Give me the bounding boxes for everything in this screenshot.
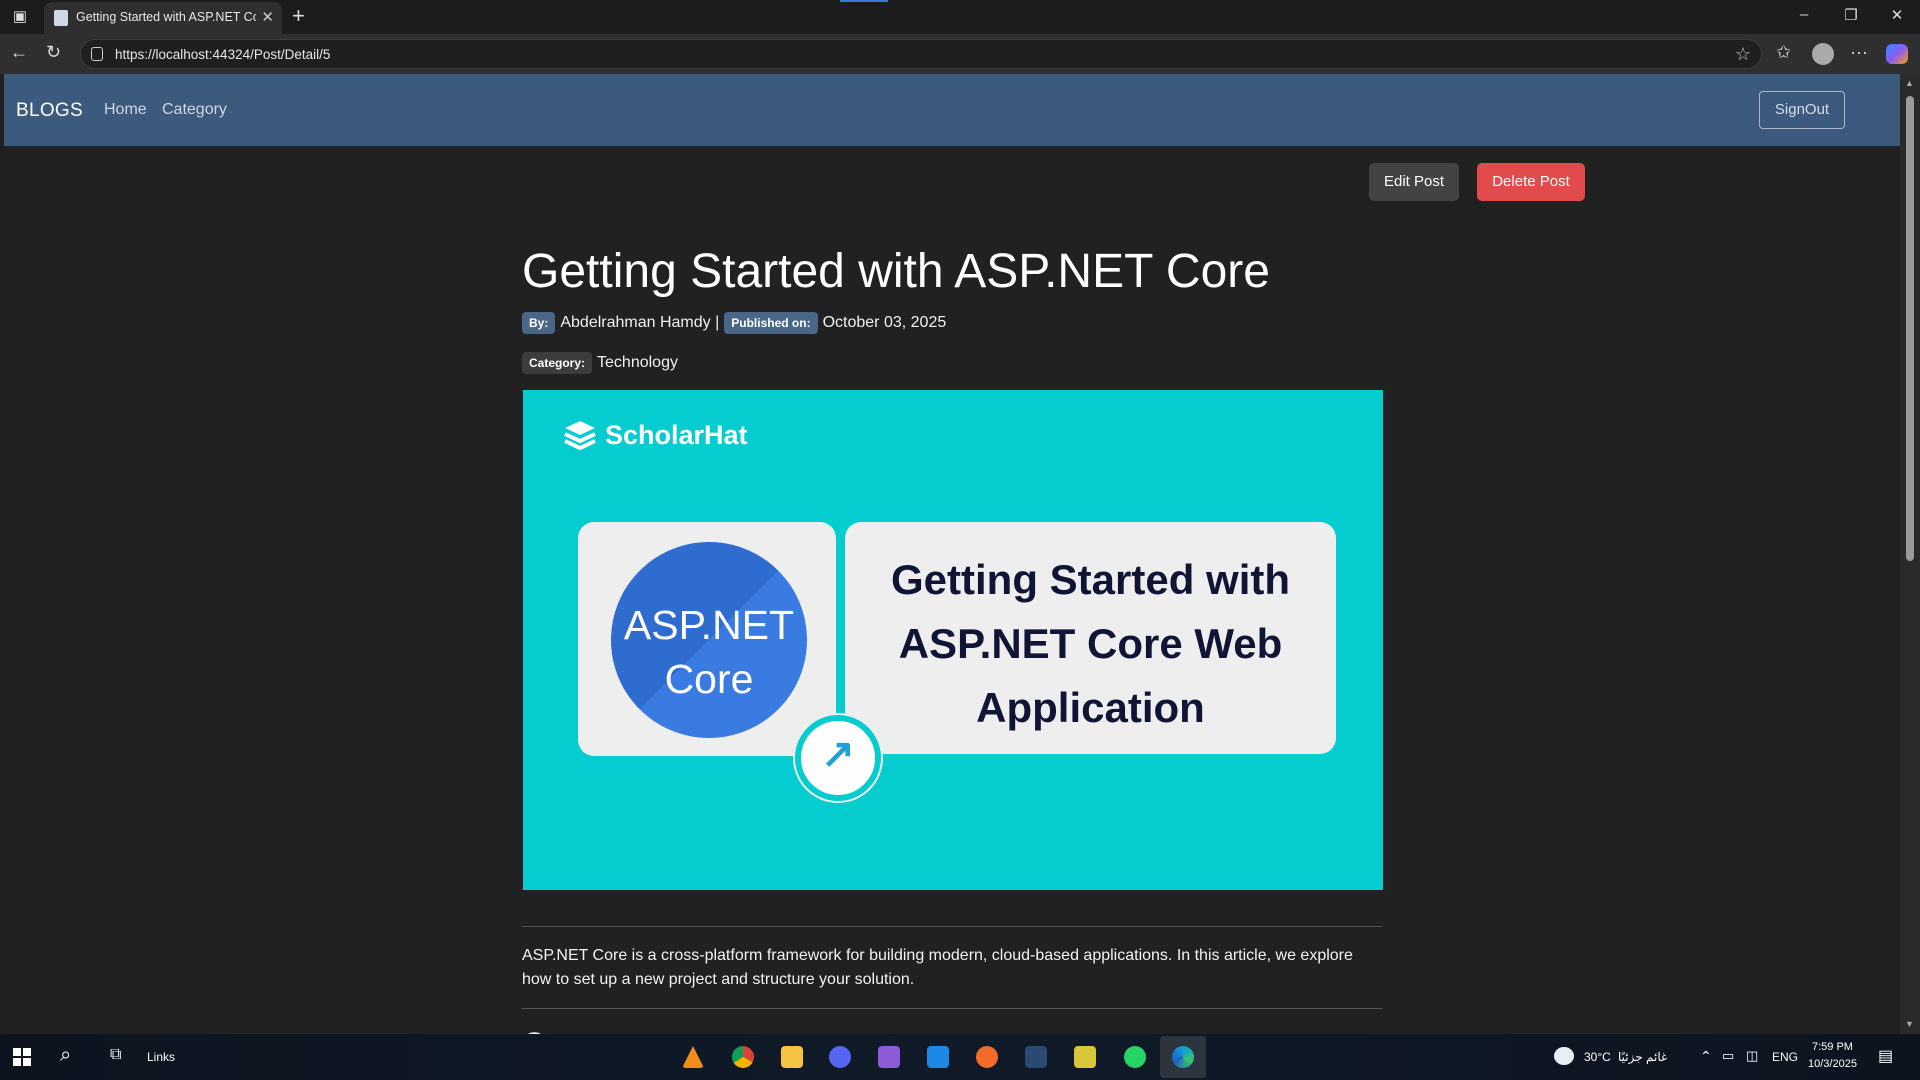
profile-avatar-icon[interactable] (1812, 43, 1834, 65)
page-scrollbar[interactable]: ▲ ▼ (1900, 74, 1920, 1034)
visual-studio-icon[interactable] (878, 1046, 900, 1068)
file-explorer-icon[interactable] (781, 1046, 803, 1068)
back-icon[interactable]: ← (10, 42, 28, 63)
favorites-icon[interactable]: ✩ (1776, 42, 1791, 63)
restore-icon[interactable]: ❐ (1836, 6, 1866, 24)
browser-titlebar: ▣ Getting Started with ASP.NET Cor ✕ + –… (0, 0, 1920, 34)
weather-icon[interactable] (1554, 1047, 1574, 1065)
post-cover-image: ScholarHat ASP.NET Core Getting Started … (523, 390, 1383, 890)
arrow-up-right-icon: ↗ (821, 732, 855, 776)
close-window-icon[interactable]: ✕ (1882, 6, 1912, 24)
circle-text-line1: ASP.NET (623, 602, 795, 648)
site-brand[interactable]: BLOGS (16, 100, 83, 122)
circle-text-line2: Core (664, 656, 754, 702)
browser-toolbar: ← ↻ https://localhost:44324/Post/Detail/… (0, 34, 1920, 74)
refresh-icon[interactable]: ↻ (46, 42, 61, 63)
windows-start-icon[interactable] (13, 1048, 31, 1066)
publish-date: October 03, 2025 (822, 314, 947, 331)
delete-post-button[interactable]: Delete Post (1477, 163, 1585, 201)
author-name: Abdelrahman Hamdy | (560, 314, 720, 331)
links-toolbar[interactable]: Links (147, 1050, 175, 1064)
clock-time[interactable]: 7:59 PM (1812, 1041, 1853, 1053)
clock-date[interactable]: 10/3/2025 (1808, 1058, 1857, 1070)
edit-post-button[interactable]: Edit Post (1369, 163, 1459, 201)
snipping-tool-icon[interactable] (1074, 1046, 1096, 1068)
vlc-icon[interactable] (682, 1046, 704, 1068)
post-meta: By: Abdelrahman Hamdy | Published on: Oc… (522, 312, 951, 334)
favorite-star-icon[interactable]: ☆ (1735, 44, 1751, 65)
cover-heading-line3: Application (976, 684, 1205, 731)
sql-server-icon[interactable] (1025, 1046, 1047, 1068)
cover-heading-line2: ASP.NET Core Web (898, 620, 1283, 667)
new-tab-icon[interactable]: + (292, 3, 305, 29)
nav-link-category[interactable]: Category (162, 101, 227, 119)
scholarhat-logo-icon (564, 421, 596, 451)
scroll-up-icon[interactable]: ▲ (1905, 78, 1914, 88)
arrow-badge: ↗ (795, 715, 881, 801)
url-text[interactable]: https://localhost:44324/Post/Detail/5 (115, 47, 330, 62)
page-viewport: BLOGS Home Category SignOut Edit Post De… (4, 74, 1900, 1034)
published-badge: Published on: (724, 312, 818, 334)
whatsapp-icon[interactable] (1124, 1046, 1146, 1068)
chevron-up-icon[interactable]: ⌃ (1700, 1048, 1712, 1065)
nav-link-home[interactable]: Home (104, 101, 147, 119)
aspnet-core-circle: ASP.NET Core (611, 542, 807, 738)
edge-icon[interactable] (1172, 1046, 1194, 1068)
divider (522, 1008, 1382, 1009)
language-indicator[interactable]: ENG (1772, 1050, 1798, 1064)
circle-text: ASP.NET Core (611, 598, 807, 706)
cover-card-left: ASP.NET Core (578, 522, 836, 756)
scholarhat-logo: ScholarHat (563, 418, 748, 452)
discord-icon[interactable] (829, 1046, 851, 1068)
browser-tab[interactable]: Getting Started with ASP.NET Cor ✕ (44, 2, 282, 34)
post-body: ASP.NET Core is a cross-platform framewo… (522, 947, 1353, 988)
postman-icon[interactable] (976, 1046, 998, 1068)
by-badge: By: (522, 312, 556, 334)
category-name: Technology (597, 354, 678, 371)
drag-indicator (840, 0, 888, 2)
category-badge: Category: (522, 352, 593, 374)
signout-button[interactable]: SignOut (1759, 91, 1845, 129)
notifications-icon[interactable]: ▤ (1878, 1046, 1893, 1066)
site-navbar: BLOGS Home Category SignOut (4, 74, 1900, 146)
address-bar[interactable]: https://localhost:44324/Post/Detail/5 ☆ (80, 39, 1762, 69)
windows-taskbar: ⌕ ⧉ Links 30°C غائم جزئيًا ⌃ ▭ ◫ ENG 7:5… (0, 1034, 1920, 1080)
volume-icon[interactable]: ◫ (1746, 1048, 1758, 1064)
tab-title: Getting Started with ASP.NET Cor (76, 10, 256, 24)
copilot-icon[interactable] (1886, 44, 1908, 64)
page-favicon-icon (54, 10, 68, 26)
comments-heading: Comments (522, 1026, 677, 1034)
cover-heading: Getting Started with ASP.NET Core Web Ap… (845, 548, 1336, 740)
divider (522, 926, 1382, 927)
scroll-down-icon[interactable]: ▼ (1905, 1019, 1914, 1029)
minimize-icon[interactable]: – (1789, 6, 1819, 23)
vscode-icon[interactable] (927, 1046, 949, 1068)
task-view-icon[interactable]: ⧉ (110, 1046, 121, 1064)
search-icon[interactable]: ⌕ (60, 1044, 71, 1067)
logo-text: ScholarHat (605, 419, 748, 450)
tab-actions-icon[interactable]: ▣ (8, 6, 32, 28)
tab-close-icon[interactable]: ✕ (261, 8, 274, 26)
chrome-icon[interactable] (732, 1046, 754, 1068)
network-icon[interactable]: ▭ (1722, 1048, 1734, 1064)
more-options-icon[interactable]: ··· (1850, 42, 1868, 63)
scroll-thumb[interactable] (1906, 96, 1914, 561)
weather-description[interactable]: غائم جزئيًا (1618, 1050, 1667, 1064)
weather-temp[interactable]: 30°C (1584, 1050, 1611, 1064)
cover-heading-line1: Getting Started with (891, 556, 1290, 603)
post-title: Getting Started with ASP.NET Core (522, 245, 1270, 298)
cover-card-right: Getting Started with ASP.NET Core Web Ap… (845, 522, 1336, 754)
lock-icon[interactable] (91, 47, 103, 61)
post-category: Category: Technology (522, 352, 683, 374)
